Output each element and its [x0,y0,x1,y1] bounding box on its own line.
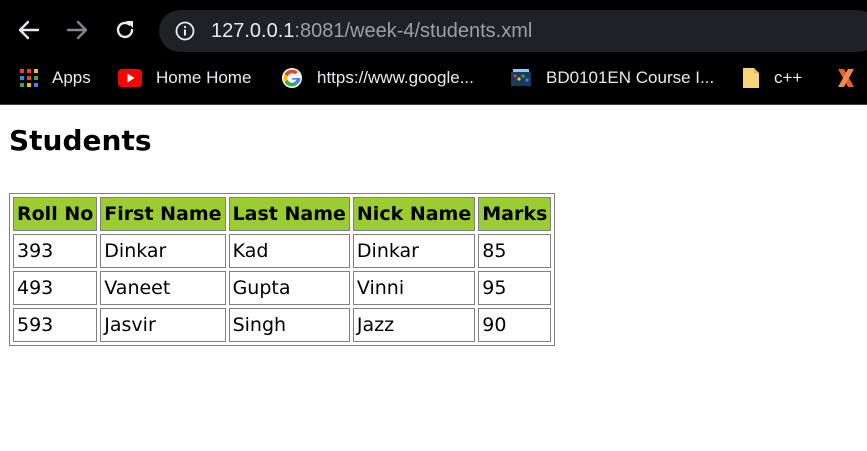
forward-button[interactable] [61,14,93,46]
column-header-marks: Marks [478,197,552,231]
x-logo-icon [838,69,854,87]
page-title: Students [9,124,152,157]
column-header-roll-no: Roll No [13,197,98,231]
google-icon [282,68,302,88]
table-header-row: Roll No First Name Last Name Nick Name M… [13,197,552,231]
cell-last-name: Singh [228,308,350,342]
bookmark-x[interactable] [836,60,856,96]
cell-first-name: Dinkar [100,234,226,268]
bookmark-home[interactable]: Home Home [118,60,251,96]
url-path: :8081/week-4/students.xml [294,20,533,42]
cell-nick-name: Vinni [352,271,476,305]
column-header-first-name: First Name [100,197,226,231]
cell-marks: 90 [478,308,552,342]
browser-toolbar: 127.0.0.1:8081/week-4/students.xml [0,0,867,60]
apps-grid-icon [20,69,38,87]
cell-nick-name: Dinkar [352,234,476,268]
info-icon[interactable] [175,21,195,41]
url-host: 127.0.0.1 [211,20,295,42]
course-icon [511,69,531,86]
folder-icon [743,68,759,88]
cell-last-name: Gupta [228,271,350,305]
address-bar[interactable]: 127.0.0.1:8081/week-4/students.xml [159,10,867,52]
cell-first-name: Jasvir [100,308,226,342]
table-row: 593 Jasvir Singh Jazz 90 [13,308,552,342]
bookmark-label: c++ [774,68,803,87]
table-row: 493 Vaneet Gupta Vinni 95 [13,271,552,305]
cell-marks: 85 [478,234,552,268]
bookmarks-bar: Apps Home Home https://www.google... BD0… [0,60,867,105]
bookmark-label: BD0101EN Course I... [546,68,715,87]
column-header-nick-name: Nick Name [352,197,476,231]
reload-icon [116,21,134,39]
cell-roll-no: 393 [13,234,98,268]
students-table: Roll No First Name Last Name Nick Name M… [9,193,556,346]
url-text[interactable]: 127.0.0.1:8081/week-4/students.xml [211,19,532,43]
arrow-left-icon [18,20,40,40]
youtube-icon [118,69,142,87]
bookmark-cpp[interactable]: c++ [742,60,802,96]
cell-marks: 95 [478,271,552,305]
table-row: 393 Dinkar Kad Dinkar 85 [13,234,552,268]
page-content: Students Roll No First Name Last Name Ni… [0,106,867,451]
cell-first-name: Vaneet [100,271,226,305]
back-button[interactable] [13,14,45,46]
cell-roll-no: 493 [13,271,98,305]
cell-roll-no: 593 [13,308,98,342]
bookmark-label: Apps [52,68,91,87]
bookmark-label: Home Home [156,68,252,87]
bookmark-apps[interactable]: Apps [20,60,91,96]
bookmark-google[interactable]: https://www.google... [281,60,474,96]
cell-nick-name: Jazz [352,308,476,342]
cell-last-name: Kad [228,234,350,268]
reload-button[interactable] [109,14,141,46]
arrow-right-icon [66,20,88,40]
bookmark-label: https://www.google... [317,68,474,87]
column-header-last-name: Last Name [228,197,350,231]
bookmark-course[interactable]: BD0101EN Course I... [510,60,714,96]
